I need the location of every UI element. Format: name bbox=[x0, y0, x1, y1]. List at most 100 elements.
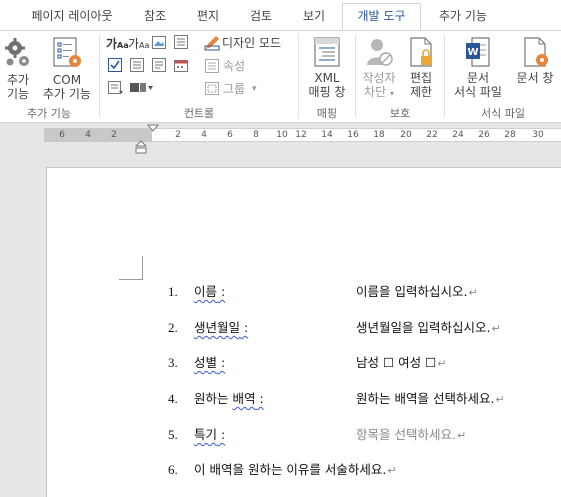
question-text: 이 배역을 원하는 이유를 서술하세요.↵ bbox=[194, 462, 397, 477]
tab-view[interactable]: 보기 bbox=[291, 4, 337, 30]
legacy-tools-icon[interactable] bbox=[108, 81, 124, 95]
list-number: 5. bbox=[168, 427, 178, 442]
ruler-number: 18 bbox=[373, 130, 385, 140]
ruler-number: 12 bbox=[295, 130, 307, 140]
word-document-icon: W bbox=[466, 37, 490, 67]
field-label: 생년월일 : bbox=[194, 320, 249, 335]
group-label-controls: 컨트롤 bbox=[183, 107, 215, 120]
ribbon: 추가 기능 COM 추가 기능 추가 기능 가Aa 가Aa 디자인 모드 속성 … bbox=[0, 30, 561, 123]
field-label: 특기 : bbox=[194, 427, 226, 442]
group-label-protect: 보호 bbox=[389, 107, 411, 120]
design-mode-button[interactable]: 디자인 모드 bbox=[222, 35, 281, 51]
combo-box-control-icon[interactable] bbox=[130, 58, 144, 72]
ruler-number: 26 bbox=[478, 130, 490, 140]
gender-checkbox-control[interactable]: 남성 ☐ 여성 ☐↵ bbox=[356, 353, 447, 374]
group-icon bbox=[205, 82, 219, 95]
skill-combo-control[interactable]: 항목을 선택하세요.↵ bbox=[356, 425, 466, 446]
ruler-number: 4 bbox=[85, 130, 91, 140]
tab-add-ins[interactable]: 추가 기능 bbox=[428, 4, 498, 30]
block-authors-button[interactable]: 작성자 차단 ▾ bbox=[357, 33, 401, 105]
tab-developer[interactable]: 개발 도구 bbox=[342, 3, 421, 31]
ruler-number: 2 bbox=[175, 130, 181, 140]
checkbox-control-icon[interactable] bbox=[108, 58, 122, 72]
xml-label-1: XML bbox=[314, 71, 340, 85]
group-button[interactable]: 그룹 bbox=[223, 81, 245, 97]
properties-icon bbox=[205, 59, 219, 73]
restrict-editing-icon bbox=[410, 37, 432, 67]
list-item[interactable]: 4. 원하는 배역 : 원하는 배역을 선택하세요.↵ bbox=[0, 389, 561, 409]
birthdate-content-control[interactable]: 생년월일을 입력하십시오.↵ bbox=[356, 318, 501, 339]
more-controls-icon[interactable] bbox=[130, 82, 154, 94]
name-content-control[interactable]: 이름을 입력하십시오.↵ bbox=[356, 282, 478, 303]
tab-references[interactable]: 참조 bbox=[132, 4, 178, 30]
svg-text:W: W bbox=[467, 47, 478, 58]
document-template-button[interactable]: W 문서 서식 파일 bbox=[448, 33, 508, 105]
add-ins-label-2: 기능 bbox=[6, 87, 30, 101]
plain-text-control-icon[interactable]: 가Aa bbox=[128, 35, 149, 52]
design-mode-icon bbox=[204, 36, 220, 51]
ruler-number: 2 bbox=[111, 130, 117, 140]
document-panel-label: 문서 창 bbox=[516, 71, 554, 85]
date-picker-control-icon[interactable] bbox=[174, 58, 188, 72]
properties-button[interactable]: 속성 bbox=[223, 58, 245, 74]
add-ins-button[interactable]: 추가 기능 bbox=[0, 33, 36, 105]
com-label-2: 추가 기능 bbox=[43, 87, 91, 101]
horizontal-ruler[interactable]: 6 4 2 2 4 6 8 10 12 14 16 18 20 22 24 26… bbox=[0, 124, 561, 154]
list-number: 3. bbox=[168, 355, 178, 370]
ruler-number: 30 bbox=[532, 130, 544, 140]
ruler-number: 20 bbox=[400, 130, 412, 140]
xml-mapping-icon bbox=[314, 37, 340, 67]
picture-control-icon[interactable] bbox=[152, 36, 166, 49]
ruler-number: 22 bbox=[426, 130, 438, 140]
first-line-indent-marker-icon[interactable] bbox=[147, 124, 159, 134]
xml-mapping-pane-button[interactable]: XML 매핑 창 bbox=[301, 33, 353, 105]
ruler-number: 4 bbox=[201, 130, 207, 140]
role-dropdown-control[interactable]: 원하는 배역을 선택하세요.↵ bbox=[356, 389, 505, 410]
list-number: 2. bbox=[168, 320, 178, 335]
com-add-ins-button[interactable]: COM 추가 기능 bbox=[38, 33, 96, 105]
field-label: 원하는 배역 : bbox=[194, 391, 264, 406]
group-dropdown-icon[interactable]: ▾ bbox=[252, 81, 257, 97]
rich-text-control-icon[interactable]: 가Aa bbox=[106, 35, 129, 52]
ruler-number: 28 bbox=[504, 130, 516, 140]
group-label-templates: 서식 파일 bbox=[481, 107, 525, 120]
tab-mailings[interactable]: 편지 bbox=[185, 4, 231, 30]
tab-review[interactable]: 검토 bbox=[238, 4, 284, 30]
document-template-label-1: 문서 bbox=[466, 71, 490, 85]
list-item[interactable]: 5. 특기 : 항목을 선택하세요.↵ bbox=[0, 425, 561, 445]
com-add-ins-icon bbox=[53, 37, 81, 67]
list-number: 4. bbox=[168, 391, 178, 406]
list-item[interactable]: 2. 생년월일 : 생년월일을 입력하십시오.↵ bbox=[0, 318, 561, 338]
dropdown-list-control-icon[interactable] bbox=[152, 58, 166, 72]
ribbon-tab-bar: 페이지 레이아웃 참조 편지 검토 보기 개발 도구 추가 기능 bbox=[0, 0, 561, 31]
building-block-control-icon[interactable] bbox=[174, 35, 188, 49]
com-label-1: COM bbox=[52, 73, 82, 87]
field-label: 성별 : bbox=[194, 355, 226, 370]
list-item[interactable]: 3. 성별 : 남성 ☐ 여성 ☐↵ bbox=[0, 353, 561, 373]
restrict-editing-label-1: 편집 bbox=[409, 71, 433, 85]
hanging-indent-marker-icon[interactable] bbox=[135, 140, 147, 154]
margin-corner-mark bbox=[119, 256, 143, 280]
ruler-number: 24 bbox=[452, 130, 464, 140]
ruler-number: 10 bbox=[276, 130, 288, 140]
restrict-editing-button[interactable]: 편집 제한 bbox=[401, 33, 441, 105]
block-authors-label-2: 차단 ▾ bbox=[364, 85, 394, 99]
tab-page-layout[interactable]: 페이지 레이아웃 bbox=[20, 4, 124, 30]
block-authors-label-1: 작성자 bbox=[362, 71, 396, 85]
gears-icon bbox=[5, 38, 29, 66]
document-panel-button[interactable]: 문서 창 bbox=[510, 33, 560, 105]
group-label-add-ins: 추가 기능 bbox=[27, 107, 71, 120]
block-authors-icon bbox=[367, 39, 393, 66]
add-ins-label-1: 추가 bbox=[6, 73, 30, 87]
group-label-mapping: 매핑 bbox=[316, 107, 338, 120]
ruler-number: 6 bbox=[227, 130, 233, 140]
document-panel-icon bbox=[524, 37, 548, 67]
list-item[interactable]: 6. 이 배역을 원하는 이유를 서술하세요.↵ bbox=[0, 460, 561, 480]
restrict-editing-label-2: 제한 bbox=[409, 85, 433, 99]
ruler-number: 16 bbox=[347, 130, 359, 140]
list-number: 1. bbox=[168, 284, 178, 299]
ruler-number: 14 bbox=[321, 130, 333, 140]
ruler-number: 6 bbox=[59, 130, 65, 140]
list-item[interactable]: 1. 이름 : 이름을 입력하십시오.↵ bbox=[0, 282, 561, 302]
field-label: 이름 : bbox=[194, 284, 226, 299]
